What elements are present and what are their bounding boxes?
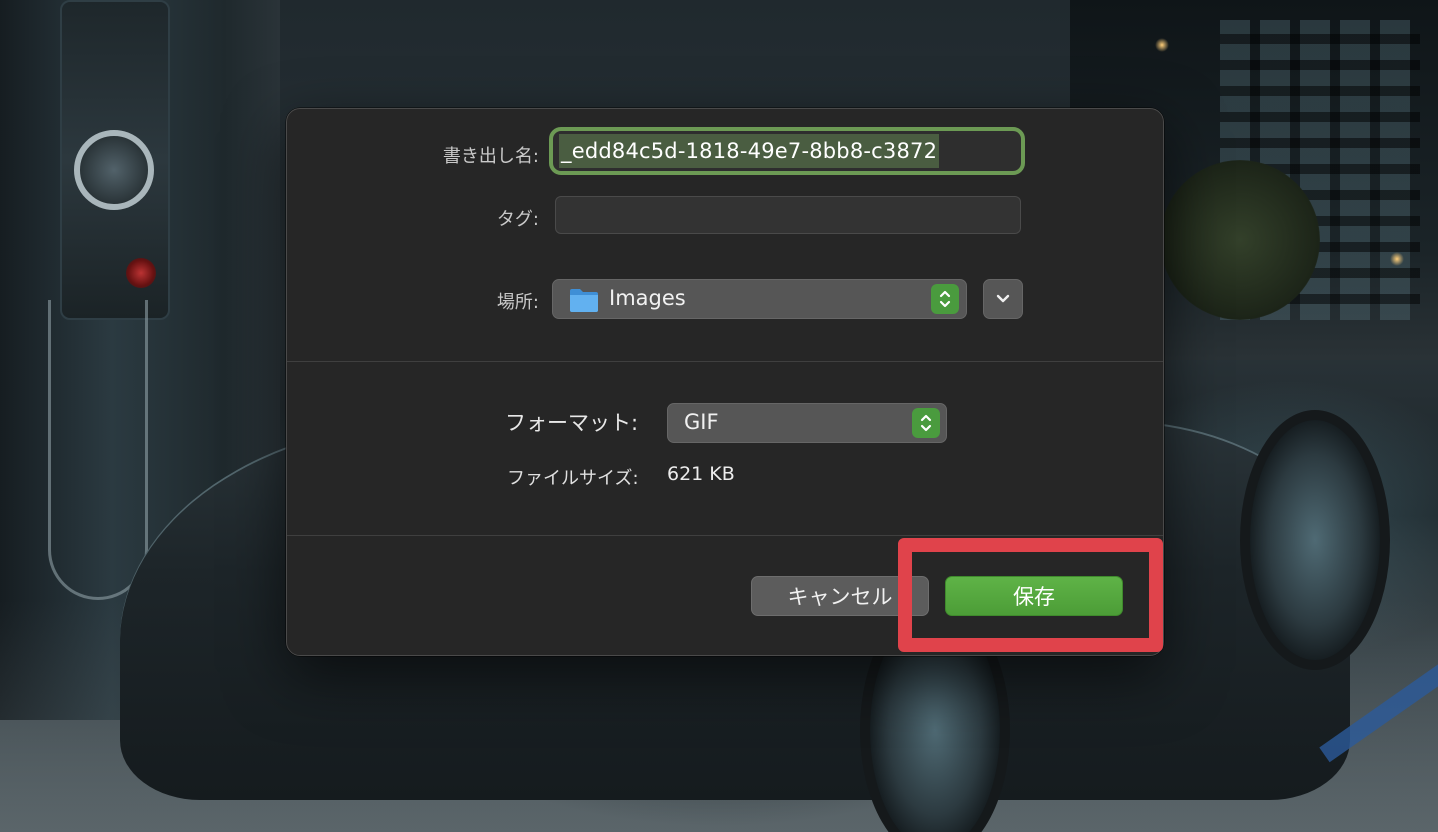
folder-icon <box>570 289 598 312</box>
background-charger-button <box>126 258 156 288</box>
section-divider <box>287 361 1163 362</box>
chevron-updown-icon <box>931 284 959 314</box>
export-name-label: 書き出し名: <box>442 146 539 167</box>
chevron-updown-icon <box>912 408 940 438</box>
expand-location-button[interactable] <box>983 279 1023 319</box>
format-label: フォーマット: <box>505 411 639 435</box>
location-label: 場所: <box>496 292 539 313</box>
tag-field[interactable] <box>555 196 1021 234</box>
background-light <box>1155 38 1169 52</box>
background-tree <box>1160 160 1320 320</box>
background-light <box>1390 252 1404 266</box>
format-value: GIF <box>684 410 719 434</box>
export-name-value: _edd84c5d-1818-49e7-8bb8-c3872 <box>559 134 940 168</box>
tag-label: タグ: <box>496 209 539 230</box>
background-charger-dial <box>74 130 154 210</box>
background-cable <box>48 300 148 600</box>
location-popup[interactable]: Images <box>552 279 967 319</box>
format-popup[interactable]: GIF <box>667 403 947 443</box>
background-wheel <box>1240 410 1390 670</box>
location-value: Images <box>609 286 686 310</box>
export-name-field[interactable]: _edd84c5d-1818-49e7-8bb8-c3872 <box>549 127 1025 175</box>
highlight-annotation <box>898 538 1163 652</box>
filesize-value: 621 KB <box>667 463 735 485</box>
section-divider <box>287 535 1163 536</box>
chevron-down-icon <box>996 294 1010 303</box>
filesize-label: ファイルサイズ: <box>507 468 639 489</box>
